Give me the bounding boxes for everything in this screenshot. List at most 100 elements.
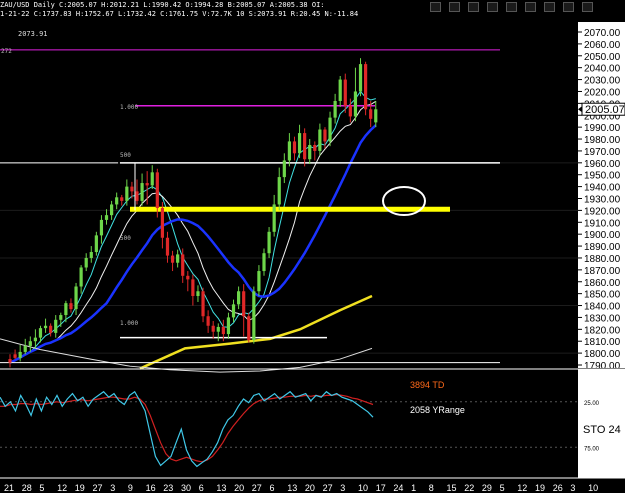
candle	[8, 354, 12, 368]
date-tick-label: 19	[75, 483, 85, 493]
candle	[79, 265, 83, 294]
date-tick-label: 3	[110, 483, 115, 493]
candle	[74, 282, 78, 316]
plus-icon[interactable]	[544, 2, 555, 12]
candle	[13, 349, 17, 360]
candle-body	[323, 129, 327, 142]
candle	[308, 139, 312, 165]
date-tick-label: 27	[323, 483, 333, 493]
candle-body	[231, 304, 236, 318]
candle	[23, 338, 27, 355]
price-tick-label: 1940.00	[584, 183, 621, 194]
candle-body	[272, 204, 276, 232]
candle	[247, 312, 251, 343]
date-tick-label: 10	[588, 483, 598, 493]
ma-long-white-line	[0, 338, 373, 373]
fib-level-label: 500	[120, 152, 131, 159]
candle-body	[216, 326, 220, 332]
date-tick-label: 16	[146, 483, 156, 493]
ma-long-yellow-line	[139, 294, 373, 370]
candle-body	[74, 286, 78, 310]
candle	[186, 271, 190, 292]
header-line-1: ZAU/USD Daily C:2005.07 H:2012.21 L:1990…	[0, 1, 325, 9]
candle	[231, 299, 236, 323]
candle	[272, 194, 276, 237]
close-icon[interactable]	[582, 2, 593, 12]
pencil-icon[interactable]	[449, 2, 460, 12]
candle-body	[94, 235, 98, 253]
candle	[353, 67, 358, 122]
candle	[303, 128, 307, 167]
box-icon[interactable]	[506, 2, 517, 12]
candle-body	[237, 291, 241, 305]
date-tick-label: 12	[57, 483, 67, 493]
date-tick-label: 15	[447, 483, 457, 493]
candle	[160, 202, 164, 249]
candle-body	[181, 254, 185, 276]
price-tick-label: 2050.00	[584, 52, 621, 63]
candle-body	[252, 291, 256, 341]
candle	[267, 227, 271, 258]
date-tick-label: 5	[39, 483, 44, 493]
date-tick-label: 6	[199, 483, 204, 493]
arrow-down-icon[interactable]	[430, 2, 441, 12]
candle	[176, 249, 180, 268]
candle-body	[43, 325, 48, 329]
candle-body	[226, 317, 231, 335]
candle-body	[49, 325, 53, 333]
candle	[374, 100, 378, 128]
last-price-label: 2005.07	[585, 104, 625, 116]
zoom-icon[interactable]	[468, 2, 479, 12]
price-tick-label: 1930.00	[584, 195, 621, 206]
arrow-down-icon[interactable]	[525, 2, 536, 12]
candle	[120, 194, 124, 206]
date-tick-label: 3	[340, 483, 345, 493]
candle	[242, 284, 246, 337]
candle-body	[110, 204, 114, 216]
candle-body	[99, 219, 104, 236]
date-tick-label: 10	[358, 483, 368, 493]
candle-body	[221, 326, 225, 335]
chart-header: ZAU/USD Daily C:2005.07 H:2012.21 L:1990…	[0, 0, 625, 22]
candle-body	[28, 341, 32, 346]
sto-k-line	[0, 390, 374, 468]
candle	[226, 312, 231, 339]
candle-body	[135, 191, 139, 201]
candle-body	[287, 141, 291, 161]
candle-body	[277, 177, 281, 205]
candle-body	[369, 109, 373, 119]
chart-area[interactable]: 2070.002060.002050.002040.002030.002020.…	[0, 0, 625, 493]
candle	[49, 323, 53, 337]
date-tick-label: 28	[22, 483, 32, 493]
candle-body	[262, 253, 266, 272]
date-tick-label: 3	[570, 483, 575, 493]
candle-body	[33, 337, 37, 342]
candle-body	[120, 197, 124, 201]
indicator-tick-label: 75.00	[584, 446, 600, 452]
price-tick-label: 2070.00	[584, 28, 621, 39]
price-tick-label: 1900.00	[584, 230, 621, 241]
date-tick-label: 26	[553, 483, 563, 493]
candle-body	[145, 183, 149, 186]
candle	[43, 318, 48, 333]
candle-body	[292, 141, 297, 154]
date-tick-label: 27	[93, 483, 103, 493]
candle	[170, 250, 175, 272]
candle	[110, 200, 114, 220]
date-tick-label: 20	[305, 483, 315, 493]
date-tick-label: 22	[464, 483, 474, 493]
price-tick-label: 1890.00	[584, 242, 621, 253]
candle	[364, 61, 368, 116]
candle-body	[333, 100, 337, 118]
cursor-icon[interactable]	[487, 2, 498, 12]
candle	[216, 323, 220, 342]
candle	[282, 153, 286, 184]
candle-body	[125, 186, 129, 201]
candle	[191, 274, 195, 306]
candle-body	[23, 345, 27, 352]
price-tick-label: 1880.00	[584, 254, 621, 265]
price-tick-label: 2030.00	[584, 76, 621, 87]
reference-price-label: 2073.91	[18, 30, 48, 38]
price-tick-label: 2040.00	[584, 64, 621, 75]
minus-icon[interactable]	[563, 2, 574, 12]
